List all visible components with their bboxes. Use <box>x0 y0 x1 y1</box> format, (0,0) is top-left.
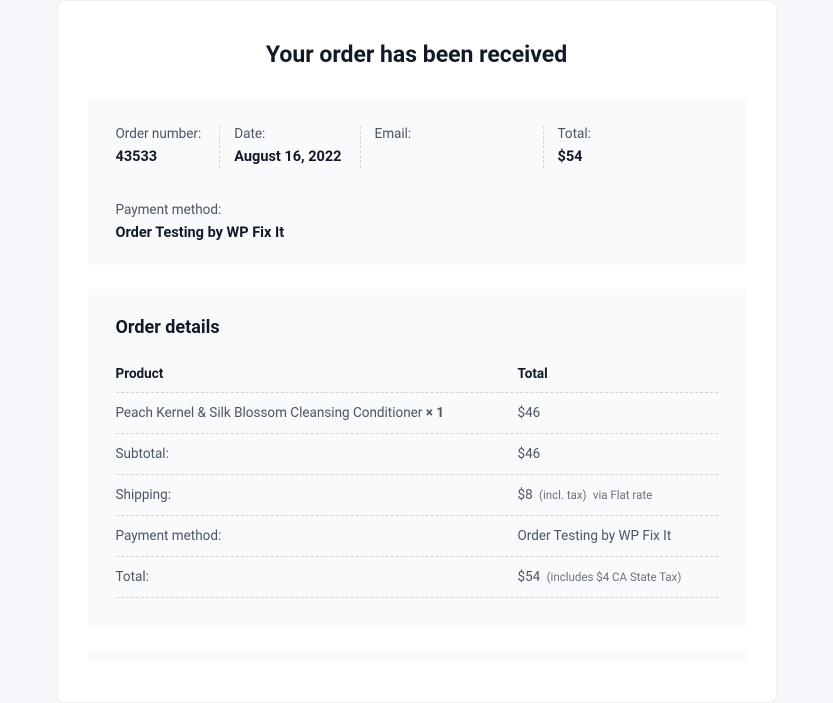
table-row-shipping: Shipping: $8 (incl. tax) via Flat rate <box>116 475 718 516</box>
subtotal-value: $46 <box>518 446 718 462</box>
summary-total-label: Total: <box>558 126 591 142</box>
summary-date: Date: August 16, 2022 <box>234 126 360 168</box>
header-total: Total <box>518 366 718 382</box>
summary-payment-method-value: Order Testing by WP Fix It <box>116 224 718 241</box>
line-item-name: Peach Kernel & Silk Blossom Cleansing Co… <box>116 405 426 421</box>
shipping-amount: $8 <box>518 487 533 503</box>
redacted-email <box>375 148 525 164</box>
total-label: Total: <box>116 569 518 585</box>
summary-order-number-label: Order number: <box>116 126 202 142</box>
summary-row: Order number: 43533 Date: August 16, 202… <box>116 126 718 178</box>
summary-total-value: $54 <box>558 148 591 165</box>
shipping-value: $8 (incl. tax) via Flat rate <box>518 487 718 503</box>
payment-method-label: Payment method: <box>116 528 518 544</box>
summary-email-value <box>375 148 525 168</box>
line-item-product: Peach Kernel & Silk Blossom Cleansing Co… <box>116 405 518 421</box>
line-item-qty: × 1 <box>426 405 444 421</box>
summary-date-label: Date: <box>234 126 341 142</box>
shipping-tax-note: (incl. tax) <box>539 488 587 502</box>
summary-date-value: August 16, 2022 <box>234 148 341 165</box>
summary-email-label: Email: <box>375 126 525 142</box>
total-value: $54 (includes $4 CA State Tax) <box>518 569 718 585</box>
order-details-table: Product Total Peach Kernel & Silk Blosso… <box>116 366 718 598</box>
table-row-total: Total: $54 (includes $4 CA State Tax) <box>116 557 718 598</box>
table-row-subtotal: Subtotal: $46 <box>116 434 718 475</box>
payment-method-value: Order Testing by WP Fix It <box>518 528 718 544</box>
next-section-peek <box>88 650 746 662</box>
header-product: Product <box>116 366 518 382</box>
summary-order-number: Order number: 43533 <box>116 126 221 168</box>
summary-order-number-value: 43533 <box>116 148 202 165</box>
total-tax-note: (includes $4 CA State Tax) <box>547 570 682 584</box>
order-details-box: Order details Product Total Peach Kernel… <box>88 289 746 626</box>
order-summary-box: Order number: 43533 Date: August 16, 202… <box>88 98 746 265</box>
table-row-payment-method: Payment method: Order Testing by WP Fix … <box>116 516 718 557</box>
subtotal-label: Subtotal: <box>116 446 518 462</box>
page-title: Your order has been received <box>58 41 776 68</box>
table-row-line-item: Peach Kernel & Silk Blossom Cleansing Co… <box>116 393 718 434</box>
summary-payment-method-label: Payment method: <box>116 202 718 218</box>
shipping-via-note: via Flat rate <box>593 488 652 502</box>
line-item-price: $46 <box>518 405 718 421</box>
order-confirmation-card: Your order has been received Order numbe… <box>57 0 777 703</box>
summary-payment-method: Payment method: Order Testing by WP Fix … <box>116 202 718 241</box>
order-details-title: Order details <box>116 317 718 338</box>
table-header-row: Product Total <box>116 366 718 393</box>
total-amount: $54 <box>518 569 541 585</box>
summary-total: Total: $54 <box>558 126 609 168</box>
summary-email: Email: <box>375 126 544 168</box>
shipping-label: Shipping: <box>116 487 518 503</box>
